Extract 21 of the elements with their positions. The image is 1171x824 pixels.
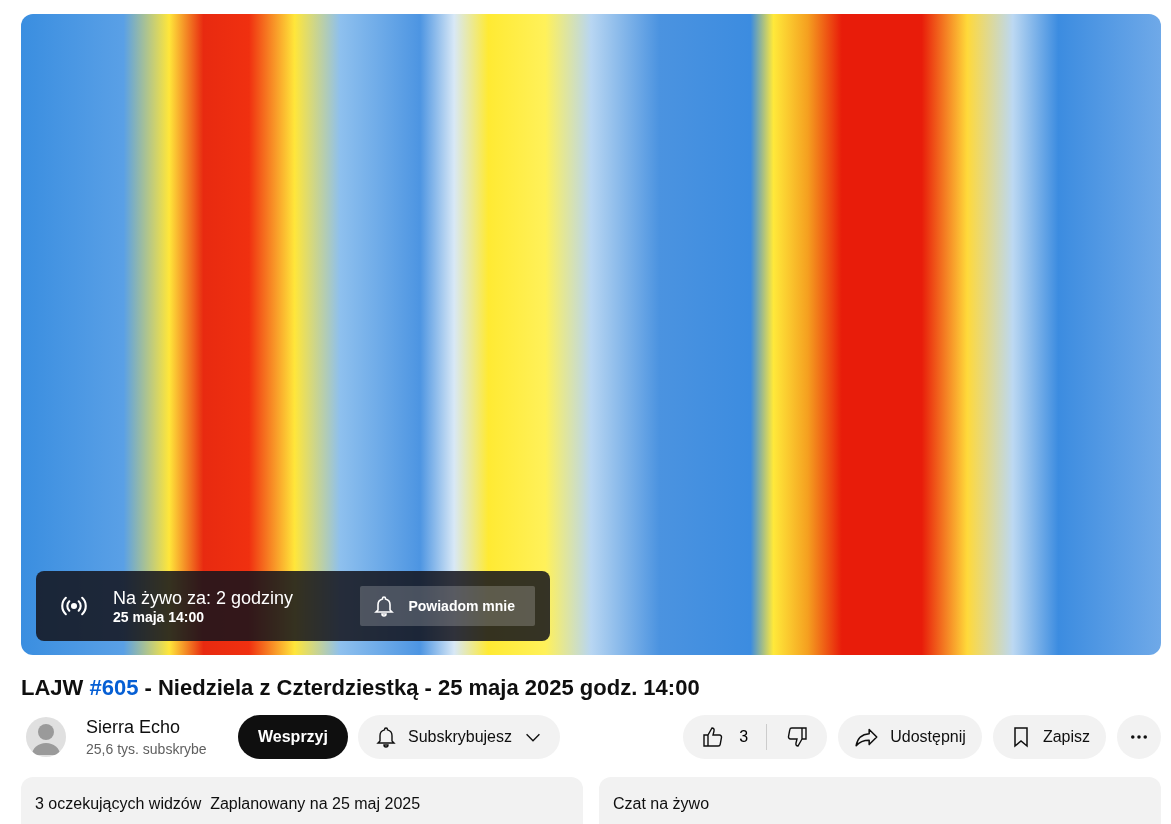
avatar-silhouette[interactable]: [26, 717, 66, 757]
thumbs-down-icon: [785, 725, 810, 749]
notify-button[interactable]: Powiadom mnie: [360, 586, 535, 626]
live-countdown-text: Na żywo za: 2 godziny: [113, 587, 295, 609]
subscribe-button[interactable]: Subskrybujesz: [357, 715, 560, 759]
description-stats: 3 oczekujących widzów Zaplanowany na 25 maj 2025: [35, 795, 421, 812]
more-icon: [1131, 735, 1147, 739]
more-button[interactable]: [1117, 715, 1161, 759]
bell-icon: [372, 594, 397, 618]
video-thumbnail[interactable]: Na żywo za: 2 godziny 25 maja 14:00 Powiadom mnie: [21, 14, 1161, 655]
share-button[interactable]: Udostępnij: [838, 715, 982, 759]
channel-name[interactable]: Sierra Echo: [86, 717, 228, 738]
live-date-text: 25 maja 14:00: [113, 609, 206, 625]
video-title: LAJW #605 - Niedziela z Czterdziestką - 25 maja 2025 godz. 14:00: [21, 674, 701, 702]
bell-icon: [373, 725, 398, 749]
save-button[interactable]: Zapisz: [992, 715, 1106, 759]
subscriber-count: 25,6 tys. subskrybe: [86, 741, 208, 757]
live-chat-title: Czat na żywo: [613, 795, 710, 812]
support-button[interactable]: Wesprzyj: [238, 715, 348, 759]
hashtag-link[interactable]: #605: [89, 675, 139, 700]
like-button[interactable]: 3: [683, 715, 767, 759]
